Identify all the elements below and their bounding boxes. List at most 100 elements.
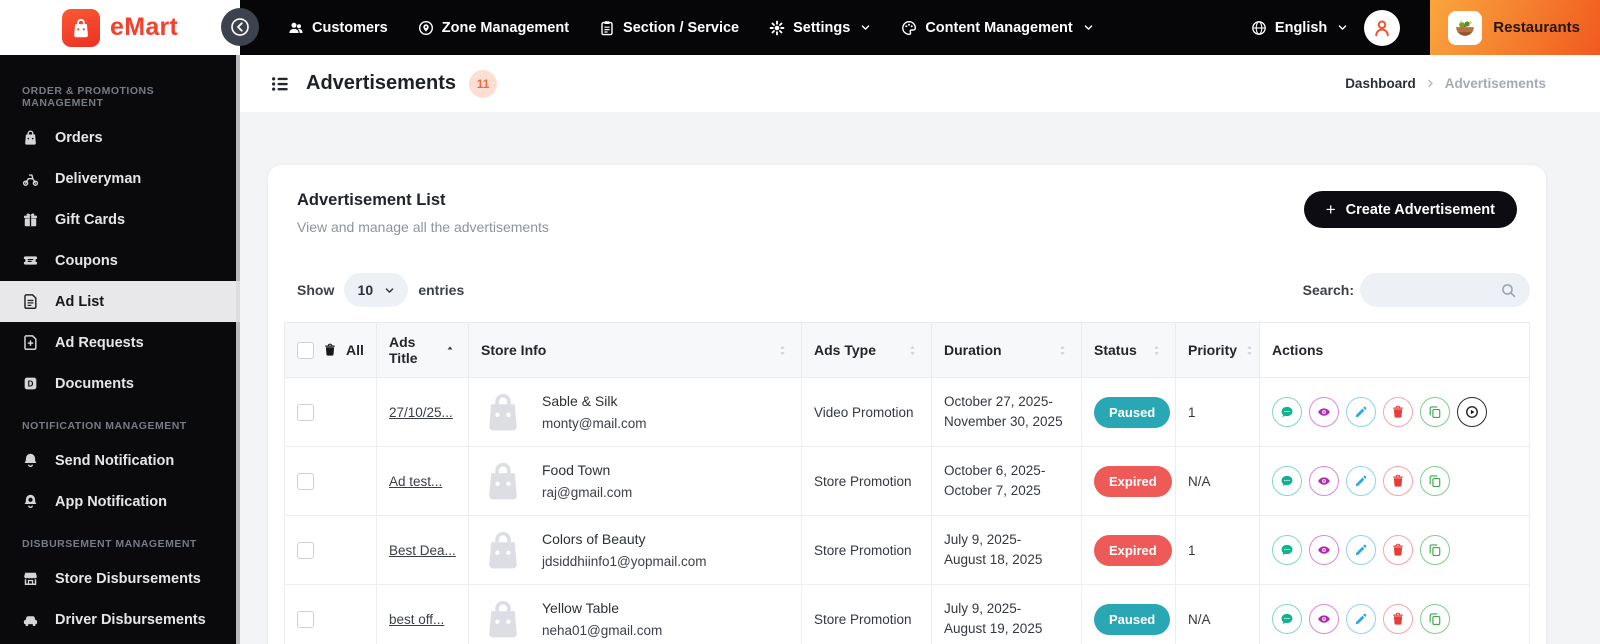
- row-checkbox[interactable]: [297, 541, 314, 559]
- copy-action-button[interactable]: [1420, 466, 1450, 496]
- nav-item-zone-management[interactable]: Zone Management: [418, 20, 569, 36]
- breadcrumb-dashboard[interactable]: Dashboard: [1345, 76, 1416, 91]
- sort-asc-icon: [444, 344, 456, 356]
- sidebar-item-documents[interactable]: Documents: [0, 363, 240, 404]
- sidebar-item-coupons[interactable]: Coupons: [0, 240, 240, 281]
- copy-action-button[interactable]: [1420, 535, 1450, 565]
- view-action-button[interactable]: [1309, 535, 1339, 565]
- ad-title-link[interactable]: Ad test...: [389, 474, 442, 489]
- sidebar-item-send-notification[interactable]: Send Notification: [0, 440, 240, 481]
- advertisement-list-card: Advertisement List View and manage all t…: [268, 165, 1546, 644]
- delete-action-button[interactable]: [1383, 466, 1413, 496]
- delete-action-button[interactable]: [1383, 604, 1413, 634]
- emart-logo-icon: [62, 8, 100, 47]
- trash-icon: [1391, 474, 1405, 488]
- search-label: Search:: [1302, 282, 1354, 298]
- delete-action-button[interactable]: [1383, 535, 1413, 565]
- header-store-info[interactable]: Store Info: [468, 322, 802, 378]
- play-action-button[interactable]: [1457, 397, 1487, 427]
- header-ads-type[interactable]: Ads Type: [801, 322, 932, 378]
- nav-item-customers[interactable]: Customers: [288, 20, 388, 36]
- sidebar-item-deliveryman[interactable]: Deliveryman: [0, 158, 240, 199]
- nav-right-group: English Restaurants: [1251, 0, 1600, 55]
- row-checkbox[interactable]: [297, 610, 314, 628]
- clipboard-icon: [599, 20, 615, 36]
- message-icon: [1280, 612, 1294, 626]
- user-avatar[interactable]: [1364, 9, 1401, 46]
- row-actions: [1272, 397, 1517, 427]
- message-action-button[interactable]: [1272, 397, 1302, 427]
- table-row: 27/10/25... Sable & Silk monty@mail.com …: [284, 377, 1530, 447]
- trash-icon[interactable]: [323, 343, 337, 357]
- select-all-header: All: [284, 322, 377, 378]
- store-avatar-placeholder-icon: [481, 595, 525, 643]
- eye-icon: [1317, 612, 1331, 626]
- nav-item-section-service[interactable]: Section / Service: [599, 20, 739, 36]
- sidebar-item-ad-list[interactable]: Ad List: [0, 281, 240, 322]
- duration-cell: October 6, 2025- October 7, 2025: [944, 463, 1046, 498]
- priority-cell: 1: [1175, 515, 1260, 585]
- edit-action-button[interactable]: [1346, 535, 1376, 565]
- row-checkbox[interactable]: [297, 403, 314, 421]
- view-action-button[interactable]: [1309, 466, 1339, 496]
- message-action-button[interactable]: [1272, 466, 1302, 496]
- message-action-button[interactable]: [1272, 535, 1302, 565]
- search-input[interactable]: [1360, 273, 1530, 307]
- edit-action-button[interactable]: [1346, 466, 1376, 496]
- file-list-icon: [22, 293, 39, 310]
- advertisements-table: All Ads Title Store Info Ads Type Durati…: [284, 322, 1530, 644]
- card-title: Advertisement List: [297, 191, 446, 209]
- trash-icon: [1391, 543, 1405, 557]
- edit-action-button[interactable]: [1346, 604, 1376, 634]
- view-action-button[interactable]: [1309, 397, 1339, 427]
- globe-icon: [1251, 20, 1267, 36]
- pencil-icon: [1354, 543, 1368, 557]
- table-row: best off... Yellow Table neha01@gmail.co…: [284, 584, 1530, 644]
- card-header: Advertisement List View and manage all t…: [284, 191, 1530, 235]
- page-title: Advertisements: [306, 72, 457, 94]
- ad-title-link[interactable]: Best Dea...: [389, 543, 456, 558]
- brand-logo[interactable]: eMart: [0, 0, 240, 55]
- sidebar-item-ad-requests[interactable]: Ad Requests: [0, 322, 240, 363]
- create-advertisement-button[interactable]: + Create Advertisement: [1303, 191, 1517, 228]
- card-subtitle: View and manage all the advertisements: [297, 219, 549, 235]
- eye-icon: [1317, 543, 1331, 557]
- main-nav: Customers Zone Management Section / Serv…: [240, 0, 1600, 55]
- sidebar-item-gift-cards[interactable]: Gift Cards: [0, 199, 240, 240]
- copy-action-button[interactable]: [1420, 604, 1450, 634]
- header-priority[interactable]: Priority: [1175, 322, 1260, 378]
- play-circle-icon: [1465, 405, 1479, 419]
- sidebar-collapse-button[interactable]: [221, 8, 259, 46]
- delete-action-button[interactable]: [1383, 397, 1413, 427]
- table-row: Best Dea... Colors of Beauty jdsiddhiinf…: [284, 515, 1530, 585]
- scooter-icon: [22, 170, 39, 187]
- ad-title-link[interactable]: best off...: [389, 612, 444, 627]
- view-action-button[interactable]: [1309, 604, 1339, 634]
- copy-action-button[interactable]: [1420, 397, 1450, 427]
- breadcrumb: Dashboard Advertisements: [1345, 76, 1546, 91]
- nav-item-settings[interactable]: Settings: [769, 20, 871, 36]
- row-actions: [1272, 535, 1517, 565]
- header-status[interactable]: Status: [1081, 322, 1176, 378]
- nav-item-content-management[interactable]: Content Management: [901, 20, 1093, 36]
- language-selector[interactable]: English: [1251, 20, 1348, 36]
- ad-title-link[interactable]: 27/10/25...: [389, 405, 453, 420]
- module-switcher-restaurants[interactable]: Restaurants: [1430, 0, 1600, 55]
- sidebar-item-orders[interactable]: Orders: [0, 117, 240, 158]
- page-header: Advertisements 11 Dashboard Advertisemen…: [240, 55, 1600, 112]
- sort-icon: [906, 344, 919, 357]
- sidebar-item-app-notification[interactable]: App Notification: [0, 481, 240, 522]
- header-duration[interactable]: Duration: [931, 322, 1082, 378]
- sort-icon: [1056, 344, 1069, 357]
- ads-type-cell: Store Promotion: [801, 446, 932, 516]
- sidebar-item-driver-disbursements[interactable]: Driver Disbursements: [0, 599, 240, 640]
- message-action-button[interactable]: [1272, 604, 1302, 634]
- edit-action-button[interactable]: [1346, 397, 1376, 427]
- sidebar-item-store-disbursements[interactable]: Store Disbursements: [0, 558, 240, 599]
- row-checkbox[interactable]: [297, 472, 314, 490]
- page-size-select[interactable]: 10: [344, 273, 409, 307]
- gear-icon: [769, 20, 785, 36]
- select-all-checkbox[interactable]: [297, 341, 314, 359]
- header-ads-title[interactable]: Ads Title: [376, 322, 469, 378]
- file-plus-icon: [22, 334, 39, 351]
